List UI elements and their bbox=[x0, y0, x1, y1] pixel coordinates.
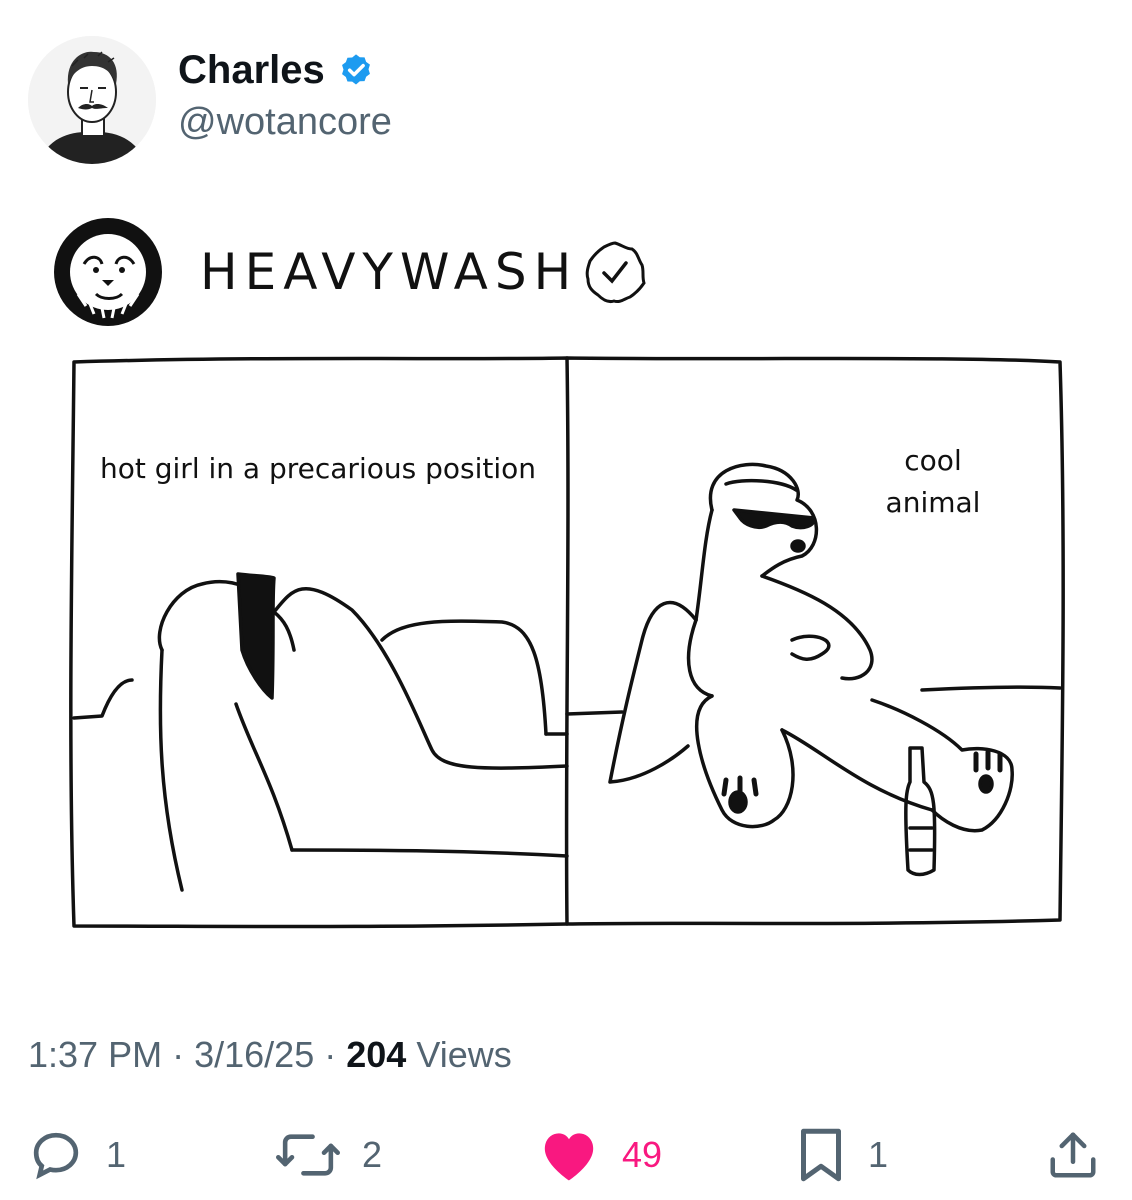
avatar[interactable] bbox=[28, 36, 156, 164]
tweet-date[interactable]: 3/16/25 bbox=[194, 1034, 314, 1075]
repost-button[interactable]: 2 bbox=[276, 1120, 382, 1190]
reply-button[interactable]: 1 bbox=[28, 1120, 126, 1190]
name-row: Charles bbox=[178, 48, 392, 93]
action-bar: 1 2 49 1 bbox=[0, 1120, 1132, 1190]
tweet-meta: 1:37 PM · 3/16/25 · 204 Views bbox=[28, 1034, 512, 1076]
share-icon bbox=[1050, 1132, 1096, 1178]
comic-brand-title: HEAVYWASH bbox=[200, 243, 579, 301]
like-count: 49 bbox=[622, 1134, 663, 1175]
reply-count: 1 bbox=[106, 1134, 127, 1175]
tweet-time[interactable]: 1:37 PM bbox=[28, 1034, 162, 1075]
panel-left-caption: hot girl in a precarious position bbox=[100, 452, 536, 485]
views-label: Views bbox=[416, 1034, 512, 1075]
meta-separator: · bbox=[324, 1034, 337, 1075]
bookmark-button[interactable]: 1 bbox=[796, 1120, 888, 1190]
handle[interactable]: @wotancore bbox=[178, 101, 392, 144]
hand-drawn-verified-icon bbox=[585, 241, 646, 303]
lion-logo-icon bbox=[54, 218, 162, 326]
author-text: Charles @wotancore bbox=[178, 48, 392, 144]
comic-header: HEAVYWASH bbox=[50, 214, 650, 330]
share-button[interactable] bbox=[1046, 1120, 1100, 1190]
like-button[interactable]: 49 bbox=[538, 1120, 662, 1190]
reply-icon bbox=[33, 1132, 79, 1180]
panel-right-caption: cool animal bbox=[885, 444, 981, 519]
repost-count: 2 bbox=[362, 1134, 383, 1175]
heart-icon bbox=[544, 1133, 594, 1181]
views-count: 204 bbox=[346, 1034, 407, 1075]
repost-icon bbox=[276, 1134, 340, 1176]
meta-separator: · bbox=[172, 1034, 185, 1075]
bookmark-count: 1 bbox=[868, 1134, 889, 1175]
display-name[interactable]: Charles bbox=[178, 48, 325, 93]
verified-badge-icon bbox=[341, 53, 370, 84]
bookmark-icon bbox=[801, 1128, 841, 1182]
tweet-author: Charles @wotancore bbox=[28, 36, 392, 164]
